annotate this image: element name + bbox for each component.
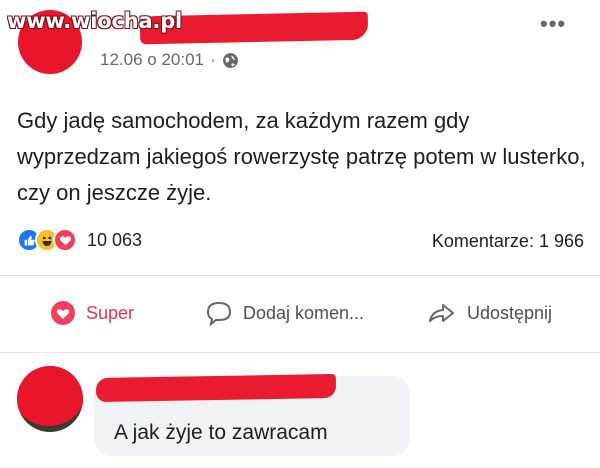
commenter-name-redacted[interactable] <box>95 373 337 403</box>
reactions-summary[interactable]: 10 063 <box>17 228 142 252</box>
commenter-avatar-redacted[interactable] <box>17 366 83 432</box>
globe-icon <box>222 52 238 68</box>
divider <box>0 275 600 276</box>
more-options-icon[interactable]: ••• <box>540 11 566 37</box>
comment-button[interactable]: Dodaj komen... <box>205 300 364 326</box>
love-icon <box>53 228 77 252</box>
divider <box>0 352 600 353</box>
react-button[interactable]: Super <box>50 300 134 326</box>
share-button-label: Udostępnij <box>467 302 553 323</box>
post-text: Gdy jadę samochodem, za każdym razem gdy… <box>17 108 586 205</box>
redaction-scribble <box>17 366 83 426</box>
comment-text: A jak żyje to zawracam <box>114 421 328 444</box>
love-reaction-icon <box>51 301 75 325</box>
comments-count[interactable]: Komentarze: 1 966 <box>432 231 584 252</box>
post-meta: 12.06 o 20:01 · <box>100 50 239 70</box>
reaction-count: 10 063 <box>87 229 143 250</box>
share-arrow-icon <box>429 304 454 322</box>
share-button[interactable]: Udostępnij <box>427 300 552 326</box>
post-timestamp[interactable]: 12.06 o 20:01 <box>100 50 204 70</box>
watermark: www.wiocha.pl <box>7 9 183 33</box>
comment-button-label: Dodaj komen... <box>243 302 365 323</box>
meta-separator: · <box>209 50 216 69</box>
comment-bubble-icon <box>206 301 232 326</box>
react-button-label: Super <box>86 302 135 323</box>
